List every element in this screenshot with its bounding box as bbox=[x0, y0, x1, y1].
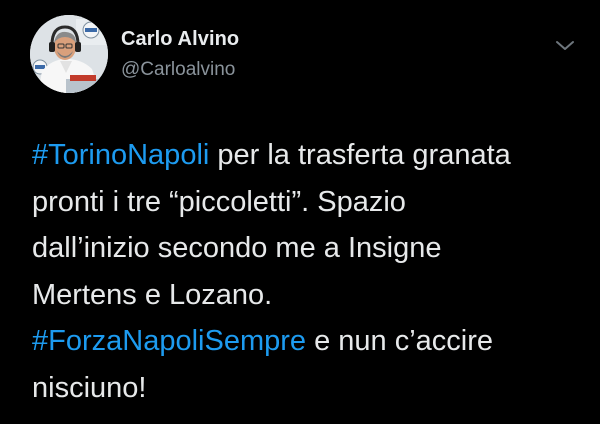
tweet-line: #ForzaNapoliSempre e nun c’accire bbox=[32, 318, 592, 365]
tweet-line: nisciuno! bbox=[32, 365, 592, 412]
tweet-line-text: e nun c’accire bbox=[306, 325, 494, 357]
tweet-line-text: Mertens e Lozano. bbox=[32, 278, 273, 311]
tweet-line: dall’inizio secondo me a Insigne bbox=[32, 225, 592, 272]
author-name[interactable]: Carlo Alvino bbox=[121, 28, 239, 51]
tweet-line-text: per la trasferta granata bbox=[209, 139, 511, 171]
hashtag-link[interactable]: #TorinoNapoli bbox=[32, 139, 209, 171]
tweet-line: pronti i tre “piccoletti”. Spazio bbox=[32, 179, 592, 226]
tweet-line-text: dall’inizio secondo me a Insigne bbox=[32, 232, 442, 264]
author-handle[interactable]: @Carloalvino bbox=[121, 59, 235, 81]
author-avatar[interactable] bbox=[30, 15, 108, 93]
tweet-card: Carlo Alvino @Carloalvino #TorinoNapoli … bbox=[0, 0, 600, 424]
tweet-line-text: pronti i tre “piccoletti”. Spazio bbox=[32, 185, 406, 218]
tweet-line: Mertens e Lozano. bbox=[32, 272, 592, 319]
tweet-line-text: nisciuno! bbox=[32, 371, 147, 404]
tweet-line: #TorinoNapoli per la trasferta granata bbox=[32, 132, 592, 179]
chevron-down-icon[interactable] bbox=[553, 36, 577, 56]
avatar-image bbox=[30, 15, 108, 93]
tweet-text: #TorinoNapoli per la trasferta granata p… bbox=[32, 132, 592, 411]
hashtag-link[interactable]: #ForzaNapoliSempre bbox=[32, 325, 306, 357]
